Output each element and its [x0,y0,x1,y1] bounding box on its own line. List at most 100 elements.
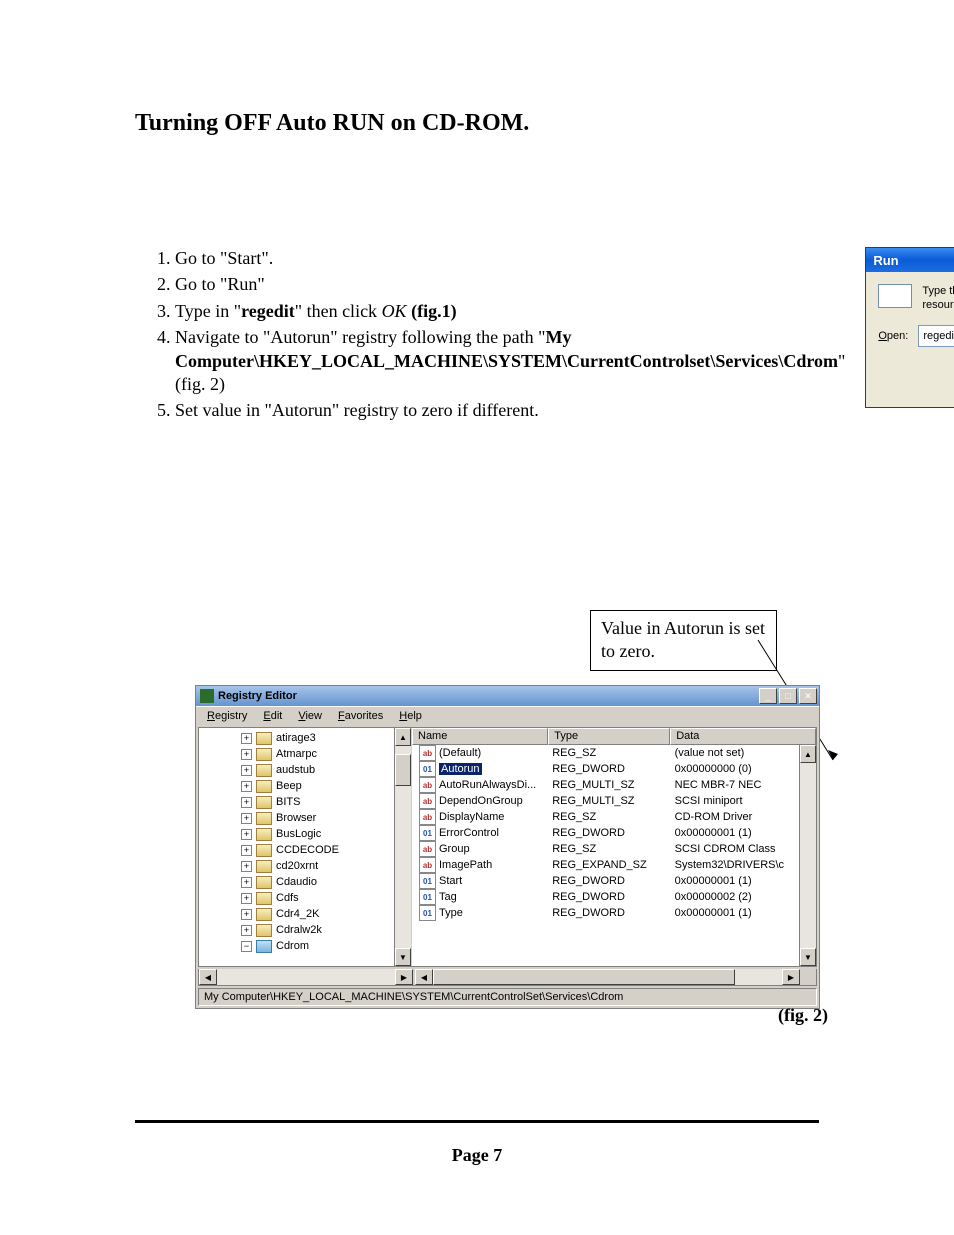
registry-value-row[interactable]: ab(Default)REG_SZ(value not set) [412,745,816,761]
run-dialog: Run ? ✕ Type the name of a program, fold… [865,247,954,408]
value-name: ImagePath [439,859,492,871]
run-title: Run [873,253,954,268]
tree-item[interactable]: +CCDECODE [199,842,411,858]
scroll-up-icon[interactable]: ▲ [800,745,816,763]
plus-icon[interactable]: + [241,813,252,824]
tree-item[interactable]: + Cdfs [199,890,411,906]
page-title: Turning OFF Auto RUN on CD-ROM. [135,110,819,137]
values-header: Name Type Data [412,728,816,745]
close-icon[interactable]: ✕ [799,688,817,704]
tree-item[interactable]: +Atmarpc [199,746,411,762]
menu-edit[interactable]: Edit [256,709,289,723]
tree-item[interactable]: +Cdaudio [199,874,411,890]
menu-favorites[interactable]: Favorites [331,709,390,723]
scroll-left-icon[interactable]: ◀ [199,969,217,985]
plus-icon[interactable]: + [241,765,252,776]
tree-item[interactable]: +Cdr4_2K [199,906,411,922]
col-type[interactable]: Type [548,728,670,745]
plus-icon[interactable]: + [241,893,252,904]
plus-icon[interactable]: + [241,733,252,744]
scroll-thumb[interactable] [395,754,411,786]
registry-value-row[interactable]: abDependOnGroupREG_MULTI_SZSCSI miniport [412,793,816,809]
plus-icon[interactable]: + [241,909,252,920]
col-data[interactable]: Data [670,728,816,745]
scroll-down-icon[interactable]: ▼ [800,948,816,966]
registry-value-row[interactable]: abGroupREG_SZSCSI CDROM Class [412,841,816,857]
fig2-caption: (fig. 2) [778,1005,828,1026]
registry-value-row[interactable]: 01ErrorControlREG_DWORD0x00000001 (1) [412,825,816,841]
value-data: SCSI miniport [671,795,816,807]
divider [135,1120,819,1123]
plus-icon[interactable]: + [241,845,252,856]
folder-icon [256,844,272,857]
registry-value-row[interactable]: 01AutorunREG_DWORD0x00000000 (0) [412,761,816,777]
run-open-input[interactable] [919,326,954,346]
string-value-icon: ab [419,745,436,761]
run-open-label: Open: [878,330,908,342]
minimize-icon[interactable]: _ [759,688,777,704]
plus-icon[interactable]: + [241,925,252,936]
string-value-icon: ab [419,793,436,809]
registry-value-row[interactable]: 01TagREG_DWORD0x00000002 (2) [412,889,816,905]
tree-label: audstub [276,764,315,776]
run-open-combo[interactable]: ▼ [918,325,954,347]
tree-item[interactable]: +atirage3 [199,730,411,746]
plus-icon[interactable]: + [241,797,252,808]
minus-icon[interactable]: − [241,941,252,952]
tree-scrollbar[interactable]: ▲ ▼ [394,728,411,966]
folder-icon [256,860,272,873]
plus-icon[interactable]: + [241,829,252,840]
menu-help[interactable]: Help [392,709,429,723]
tree-item[interactable]: −Cdrom [199,938,411,954]
annotation: Value in Autorun is set to zero. [590,610,777,671]
tree-item[interactable]: +Cdralw2k [199,922,411,938]
fig1-caption: (fig. 1) [865,423,954,444]
menu-view[interactable]: View [291,709,329,723]
col-name[interactable]: Name [412,728,548,745]
value-name: Group [439,843,470,855]
tree-item[interactable]: +BITS [199,794,411,810]
plus-icon[interactable]: + [241,749,252,760]
plus-icon[interactable]: + [241,877,252,888]
tree-item[interactable]: +BusLogic [199,826,411,842]
regedit-titlebar[interactable]: Registry Editor _ □ ✕ [196,686,819,706]
tree-label: Cdfs [276,892,299,904]
folder-icon [256,940,272,953]
scroll-right-icon[interactable]: ▶ [395,969,413,985]
plus-icon[interactable]: + [241,781,252,792]
registry-value-row[interactable]: abImagePathREG_EXPAND_SZSystem32\DRIVERS… [412,857,816,873]
plus-icon[interactable]: + [241,861,252,872]
values-scrollbar[interactable]: ▲ ▼ [799,745,816,966]
tree-hscroll[interactable]: ◀ ▶ ◀ ▶ [198,969,817,986]
registry-value-row[interactable]: abAutoRunAlwaysDi...REG_MULTI_SZNEC MBR-… [412,777,816,793]
folder-icon [256,924,272,937]
value-type: REG_DWORD [548,763,670,775]
value-name: (Default) [439,747,481,759]
registry-value-row[interactable]: 01StartREG_DWORD0x00000001 (1) [412,873,816,889]
scroll-right-icon[interactable]: ▶ [782,969,800,985]
resize-grip-icon[interactable] [800,969,816,985]
scroll-up-icon[interactable]: ▲ [395,728,411,746]
instr-step-2: Go to "Run" [175,273,845,296]
value-data: CD-ROM Driver [671,811,816,823]
tree-item[interactable]: + audstub [199,762,411,778]
registry-editor: Registry Editor _ □ ✕ Registry Edit View… [195,685,820,1009]
tree-item[interactable]: +Browser [199,810,411,826]
registry-value-row[interactable]: 01TypeREG_DWORD0x00000001 (1) [412,905,816,921]
folder-icon [256,764,272,777]
tree-item[interactable]: +cd20xrnt [199,858,411,874]
registry-value-row[interactable]: abDisplayNameREG_SZCD-ROM Driver [412,809,816,825]
string-value-icon: ab [419,777,436,793]
registry-tree[interactable]: +atirage3+Atmarpc+audstub+Beep+BITS+Brow… [199,728,412,966]
instr-step-5: Set value in "Autorun" registry to zero … [175,399,845,422]
scroll-down-icon[interactable]: ▼ [395,948,411,966]
tree-item[interactable]: +Beep [199,778,411,794]
folder-icon [256,812,272,825]
scroll-thumb[interactable] [433,969,735,985]
scroll-left-icon[interactable]: ◀ [415,969,433,985]
run-titlebar[interactable]: Run ? ✕ [866,248,954,272]
menu-registry[interactable]: Registry [200,709,254,723]
value-type: REG_DWORD [548,875,670,887]
value-type: REG_MULTI_SZ [548,779,670,791]
maximize-icon[interactable]: □ [779,688,797,704]
